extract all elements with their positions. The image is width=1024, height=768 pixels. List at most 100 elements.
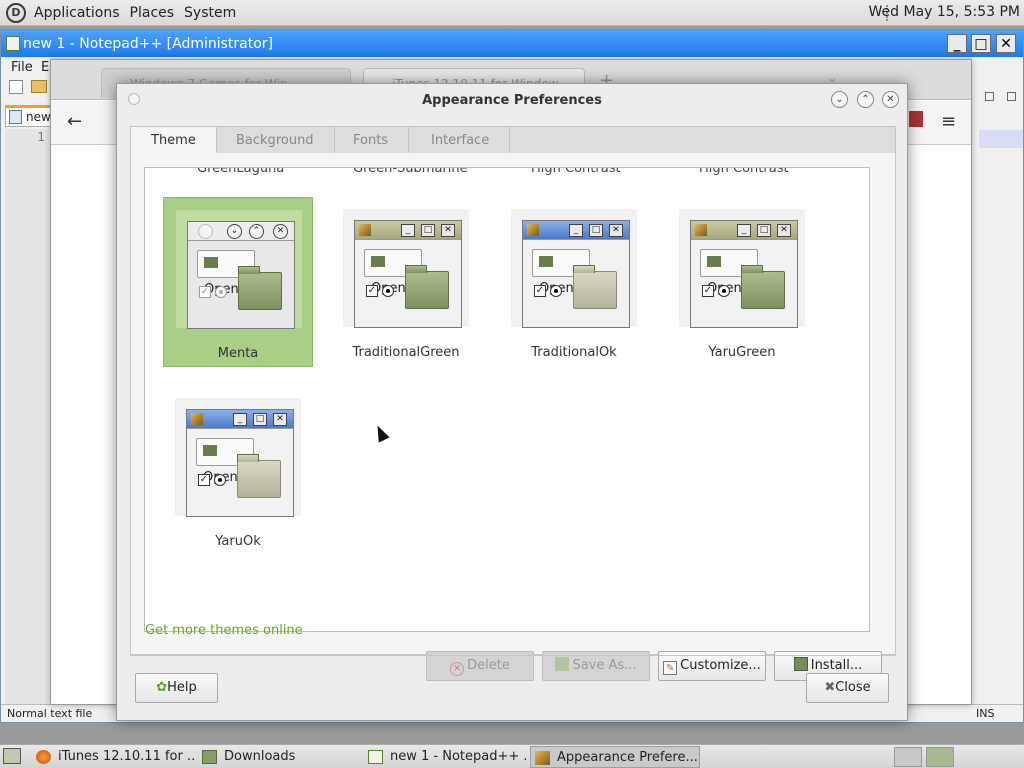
preview-maximize-icon: □ (589, 224, 603, 237)
task-downloads[interactable]: Downloads (198, 746, 360, 768)
preview-minimize-icon: _ (401, 224, 415, 237)
edit-icon: ✎ (663, 661, 678, 675)
minimize-button[interactable]: _ (947, 34, 967, 53)
status-filetype: Normal text file (7, 707, 93, 720)
notepad-side-area (975, 90, 1023, 710)
appearance-preferences-dialog: Appearance Preferences ⌄ ⌃ ✕ Theme Backg… (116, 83, 908, 721)
line-gutter: 1 (5, 129, 49, 707)
theme-yaruok[interactable]: _ □ ✕ Open ✓ YaruOk (163, 386, 313, 556)
task-appearance-preferences[interactable]: Appearance Prefere... (530, 746, 700, 768)
theme-preview: ⌄ ⌃ ✕ Open ✓ (176, 210, 302, 329)
preview-app-icon (191, 413, 203, 425)
distro-logo-icon[interactable]: D (6, 2, 26, 23)
appearance-icon (535, 751, 550, 765)
save-as-label: Save As... (572, 658, 637, 673)
preview-close-icon: ✕ (273, 413, 287, 426)
workspace-2[interactable] (926, 747, 954, 767)
hamburger-menu-icon[interactable]: ≡ (941, 111, 956, 132)
theme-preview: _ □ ✕ Open ✓ (343, 209, 469, 328)
dialog-separator (130, 655, 896, 656)
preview-minimize-icon: _ (569, 224, 583, 237)
preview-minimize-icon: _ (737, 224, 751, 237)
preview-close-icon: ✕ (609, 224, 623, 237)
preview-window: _ □ ✕ Open ✓ (690, 220, 798, 328)
close-button[interactable]: ✕ (996, 34, 1016, 53)
notepad-icon (6, 36, 20, 51)
minimize-icon[interactable]: ⌄ (831, 91, 848, 108)
extension-icon[interactable] (909, 111, 923, 127)
dialog-tabbar: Theme Background Fonts Interface (130, 126, 896, 156)
task-label: new 1 - Notepad++ ... (390, 749, 526, 764)
show-desktop-icon[interactable] (3, 748, 21, 764)
dialog-title[interactable]: Appearance Preferences (117, 84, 907, 116)
window-menu-icon[interactable] (128, 93, 140, 105)
notepad-tab[interactable]: new (5, 105, 53, 127)
close-icon: ✖ (824, 680, 836, 695)
preview-window: _ □ ✕ Open ✓ (186, 409, 294, 517)
firefox-icon (36, 750, 51, 764)
close-icon[interactable]: ✕ (882, 91, 899, 108)
theme-panel: GreenLaguna Green-Submarine High Contras… (130, 153, 896, 681)
restore-icon[interactable] (985, 92, 994, 101)
theme-name: Menta (217, 346, 259, 361)
get-more-themes-link[interactable]: Get more themes online (145, 623, 303, 638)
preview-radio (215, 286, 227, 298)
theme-preview: _ □ ✕ Open ✓ (679, 209, 805, 328)
notepad-title: new 1 - Notepad++ [Administrator] (23, 35, 274, 52)
close-button[interactable]: ✖Close (806, 673, 889, 703)
tab-background[interactable]: Background (216, 127, 335, 155)
theme-preview: _ □ ✕ Open ✓ (175, 398, 301, 517)
theme-name: YaruOk (215, 534, 261, 549)
preview-checkbox: ✓ (702, 285, 714, 297)
theme-traditionalgreen[interactable]: _ □ ✕ Open ✓ TraditionalGreen (331, 197, 481, 367)
preview-close-icon: ✕ (273, 224, 288, 239)
menu-places[interactable]: Places (125, 5, 180, 21)
folder-icon (204, 257, 218, 268)
menu-applications[interactable]: Applications (29, 5, 125, 21)
preview-folder-icon (237, 454, 281, 498)
theme-name-cutoff: Green-Submarine (353, 167, 468, 176)
preview-radio (382, 285, 394, 297)
tab-interface[interactable]: Interface (411, 127, 511, 155)
theme-name-cutoff: GreenLaguna (197, 167, 285, 176)
workspace-1[interactable] (894, 747, 922, 767)
preview-minimize-icon: ⌄ (227, 224, 242, 239)
preview-close-icon: ✕ (777, 224, 791, 237)
bottom-taskbar: iTunes 12.10.11 for ... Downloads new 1 … (0, 744, 1024, 768)
customize-label: Customize... (680, 658, 761, 673)
preview-checkbox: ✓ (198, 474, 210, 486)
help-button[interactable]: ✿Help (135, 673, 218, 703)
clock[interactable]: Wed May 15, 5:53 PM (869, 4, 1021, 20)
menu-system[interactable]: System (179, 5, 241, 21)
restore-icon-2[interactable] (1007, 92, 1016, 101)
install-icon (793, 657, 808, 671)
open-file-icon[interactable] (31, 80, 47, 93)
preview-checkbox: ✓ (366, 285, 378, 297)
preview-menu-icon (198, 224, 213, 239)
preview-window: _ □ ✕ Open ✓ (354, 220, 462, 328)
maximize-icon[interactable]: ⌃ (857, 91, 874, 108)
notepad-titlebar[interactable]: new 1 - Notepad++ [Administrator] _ □ ✕ (1, 30, 1023, 57)
task-notepad[interactable]: new 1 - Notepad++ ... (364, 746, 526, 768)
tab-fonts[interactable]: Fonts (333, 127, 410, 155)
notepad-icon (368, 750, 383, 764)
theme-name: YaruGreen (708, 345, 776, 360)
tab-theme[interactable]: Theme (130, 126, 217, 156)
back-arrow-icon[interactable]: ← (67, 111, 82, 132)
maximize-button[interactable]: □ (971, 34, 991, 53)
theme-grid: GreenLaguna Green-Submarine High Contras… (144, 167, 870, 632)
preview-folder-icon (741, 265, 785, 309)
menu-file[interactable]: File (11, 60, 33, 75)
theme-menta[interactable]: ⌄ ⌃ ✕ Open ✓ Menta (163, 197, 313, 367)
top-panel: D Applications Places System Wed May 15,… (0, 0, 1024, 26)
new-file-icon[interactable] (9, 80, 23, 94)
task-itunes-browser[interactable]: iTunes 12.10.11 for ... (32, 746, 194, 768)
file-icon (9, 110, 22, 124)
install-label: Install... (810, 658, 863, 673)
line-number: 1 (37, 130, 45, 144)
theme-traditionalok[interactable]: _ □ ✕ Open ✓ TraditionalOk (499, 197, 649, 367)
theme-name: TraditionalOk (531, 345, 617, 360)
theme-yarugreen[interactable]: _ □ ✕ Open ✓ YaruGreen (667, 197, 817, 367)
tab-label: new (26, 110, 51, 124)
task-label: iTunes 12.10.11 for ... (58, 749, 194, 764)
